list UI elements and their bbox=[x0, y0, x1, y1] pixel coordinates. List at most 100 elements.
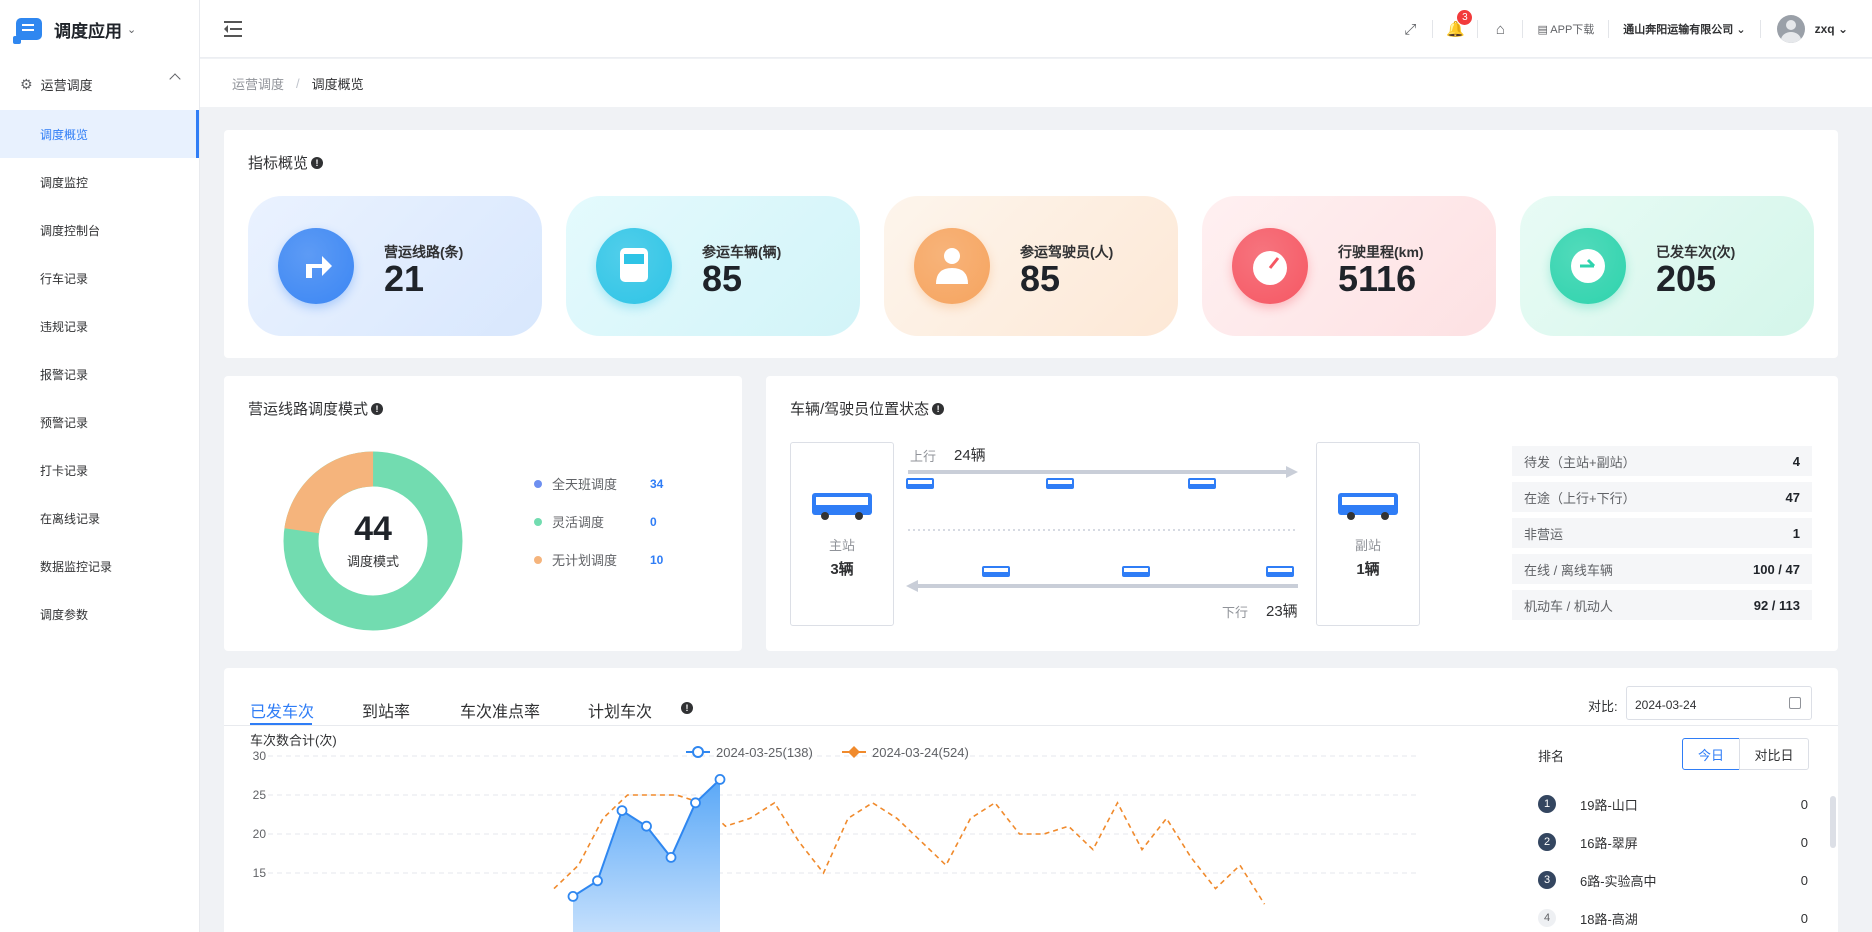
bus-marker[interactable] bbox=[1266, 566, 1294, 577]
sub-station-label: 副站 bbox=[1354, 538, 1381, 553]
sidebar-item[interactable]: 调度监控 bbox=[0, 158, 199, 206]
kpi-card[interactable]: 已发车次(次) 205 bbox=[1520, 196, 1814, 336]
status-value: 100 / 47 bbox=[1753, 561, 1800, 577]
bus-icon bbox=[596, 228, 672, 304]
ranking-scrollbar[interactable] bbox=[1830, 796, 1836, 848]
data-point bbox=[592, 875, 603, 887]
today-button[interactable]: 今日 bbox=[1682, 738, 1740, 770]
chevron-down-icon: ⌄ bbox=[1837, 22, 1848, 36]
bus-marker[interactable] bbox=[1188, 478, 1216, 489]
sub-station-box[interactable]: 副站 1辆 bbox=[1316, 442, 1420, 626]
download-icon: ▤ bbox=[1537, 24, 1551, 36]
sidebar: 调度应用 ⌄ ⚙ 运营调度 调度概览 调度监控 调度控制台 行车记录 违规记录 报警记录预… bbox=[0, 0, 200, 932]
data-point bbox=[616, 805, 628, 816]
rank-count: 0 bbox=[1800, 834, 1808, 850]
bus-marker[interactable] bbox=[1046, 478, 1074, 489]
main-station-box[interactable]: 主站 3辆 bbox=[790, 442, 894, 626]
info-icon[interactable]: ! bbox=[932, 402, 945, 415]
app-switcher[interactable]: 调度应用 ⌄ bbox=[0, 0, 199, 58]
gear-icon: ⚙ bbox=[20, 75, 33, 92]
status-value: 4 bbox=[1792, 453, 1800, 469]
info-icon[interactable]: ! bbox=[681, 702, 693, 714]
dispatch-clock-icon bbox=[1550, 228, 1626, 304]
compare-day-button[interactable]: 对比日 bbox=[1739, 738, 1809, 770]
compare-label: 对比: bbox=[1588, 699, 1618, 714]
status-row: 非营运 1 bbox=[1512, 518, 1812, 548]
sidebar-item[interactable]: 行车记录 bbox=[0, 254, 199, 302]
rank-count: 0 bbox=[1800, 796, 1808, 812]
tab-item[interactable]: 已发车次 bbox=[250, 698, 314, 722]
bell-icon[interactable]: 🔔 3 bbox=[1433, 0, 1477, 58]
ranking-row[interactable]: 1 19路-山口 0 bbox=[1538, 790, 1808, 818]
ranking-row[interactable]: 4 18路-高湖 0 bbox=[1538, 904, 1808, 932]
info-icon[interactable]: ! bbox=[371, 402, 384, 415]
donut-center-value: 44 bbox=[354, 510, 392, 548]
breadcrumb-parent[interactable]: 运营调度 bbox=[232, 74, 284, 93]
tab-item[interactable]: 车次准点率 bbox=[460, 698, 540, 722]
up-arrow-icon bbox=[1286, 466, 1298, 478]
rank-number: 3 bbox=[1538, 871, 1556, 889]
kpi-card[interactable]: 营运线路(条) 21 bbox=[248, 196, 542, 336]
sidebar-item[interactable]: 打卡记录 bbox=[0, 446, 199, 494]
sidebar-item[interactable]: 预警记录 bbox=[0, 398, 199, 446]
tab-item[interactable]: 到站率 bbox=[362, 698, 410, 722]
kpi-value: 5116 bbox=[1338, 258, 1417, 299]
ranking-row[interactable]: 3 6路-实验高中 0 bbox=[1538, 866, 1808, 894]
legend-item[interactable]: 灵活调度 0 bbox=[534, 512, 657, 531]
kpi-value: 85 bbox=[1020, 258, 1061, 299]
position-status-panel: 车辆/驾驶员位置状态! 主站 3辆 副站 1辆 上行 24辆 下行 23辆 待发… bbox=[766, 376, 1838, 651]
legend-value: 0 bbox=[650, 514, 657, 529]
rank-number: 4 bbox=[1538, 909, 1556, 927]
sidebar-item[interactable]: 调度控制台 bbox=[0, 206, 199, 254]
sidebar-item[interactable]: 报警记录 bbox=[0, 350, 199, 398]
user-menu[interactable]: zxq ⌄ bbox=[1815, 22, 1848, 36]
legend-item[interactable]: 全天班调度 34 bbox=[534, 474, 663, 493]
top-header: ⤢ 🔔 3 ⌂ ▤ APP下载 通山奔阳运输有限公司 ⌄ zxq ⌄ bbox=[200, 0, 1872, 58]
home-icon[interactable]: ⌂ bbox=[1478, 0, 1522, 58]
sidebar-item[interactable]: 在离线记录 bbox=[0, 494, 199, 542]
app-download-link[interactable]: ▤ APP下载 bbox=[1523, 21, 1608, 37]
legend-label: 2024-03-25(138) bbox=[716, 745, 813, 760]
collapse-menu-icon[interactable] bbox=[224, 20, 244, 37]
breadcrumb: 运营调度 / 调度概览 bbox=[200, 59, 1872, 107]
turn-arrow-icon bbox=[278, 228, 354, 304]
menu-group-operation[interactable]: ⚙ 运营调度 bbox=[0, 58, 199, 110]
main-station-label: 主站 bbox=[828, 538, 855, 553]
data-point bbox=[641, 820, 652, 832]
kpi-card[interactable]: 参运车辆(辆) 85 bbox=[566, 196, 860, 336]
main-station-count: 3辆 bbox=[830, 561, 854, 578]
status-value: 47 bbox=[1785, 489, 1800, 505]
route-track bbox=[906, 466, 1298, 592]
sidebar-item[interactable]: 数据监控记录 bbox=[0, 542, 199, 590]
kpi-card[interactable]: 参运驾驶员(人) 85 bbox=[884, 196, 1178, 336]
rank-number: 2 bbox=[1538, 833, 1556, 851]
sidebar-item[interactable]: 调度参数 bbox=[0, 590, 199, 638]
y-tick-label: 25 bbox=[253, 788, 267, 802]
bus-marker[interactable] bbox=[982, 566, 1010, 577]
chevron-down-icon: ⌄ bbox=[127, 23, 137, 36]
sidebar-item[interactable]: 违规记录 bbox=[0, 302, 199, 350]
bus-marker[interactable] bbox=[1122, 566, 1150, 577]
tab-item[interactable]: 计划车次 bbox=[588, 698, 652, 722]
legend-item[interactable]: 无计划调度 10 bbox=[534, 550, 663, 569]
app-title: 调度应用 bbox=[54, 21, 122, 41]
avatar[interactable] bbox=[1776, 15, 1805, 43]
info-icon[interactable]: ! bbox=[311, 156, 324, 169]
up-label: 上行 bbox=[910, 449, 937, 464]
ranking-row[interactable]: 2 16路-翠屏 0 bbox=[1538, 828, 1808, 856]
fullscreen-icon[interactable]: ⤢ bbox=[1388, 0, 1432, 58]
kpi-value: 205 bbox=[1656, 258, 1717, 299]
sidebar-item[interactable]: 调度概览 bbox=[0, 110, 199, 158]
status-row: 机动车 / 机动人 92 / 113 bbox=[1512, 590, 1812, 620]
chevron-down-icon: ⌄ bbox=[1736, 24, 1746, 36]
bus-marker[interactable] bbox=[906, 478, 934, 489]
legend-marker bbox=[692, 746, 704, 758]
company-selector[interactable]: 通山奔阳运输有限公司 ⌄ bbox=[1609, 21, 1759, 37]
rank-count: 0 bbox=[1800, 872, 1808, 888]
app-logo-icon bbox=[13, 18, 42, 44]
menu-group-label: 运营调度 bbox=[40, 77, 93, 93]
speedometer-icon bbox=[1232, 228, 1308, 304]
kpi-card[interactable]: 行驶里程(km) 5116 bbox=[1202, 196, 1496, 336]
compare-date-picker[interactable]: 2024-03-24 bbox=[1626, 686, 1812, 720]
trip-stats-panel: 已发车次 到站率 车次准点率 计划车次 ! 对比: 2024-03-24 排名 今日 … bbox=[224, 668, 1838, 932]
